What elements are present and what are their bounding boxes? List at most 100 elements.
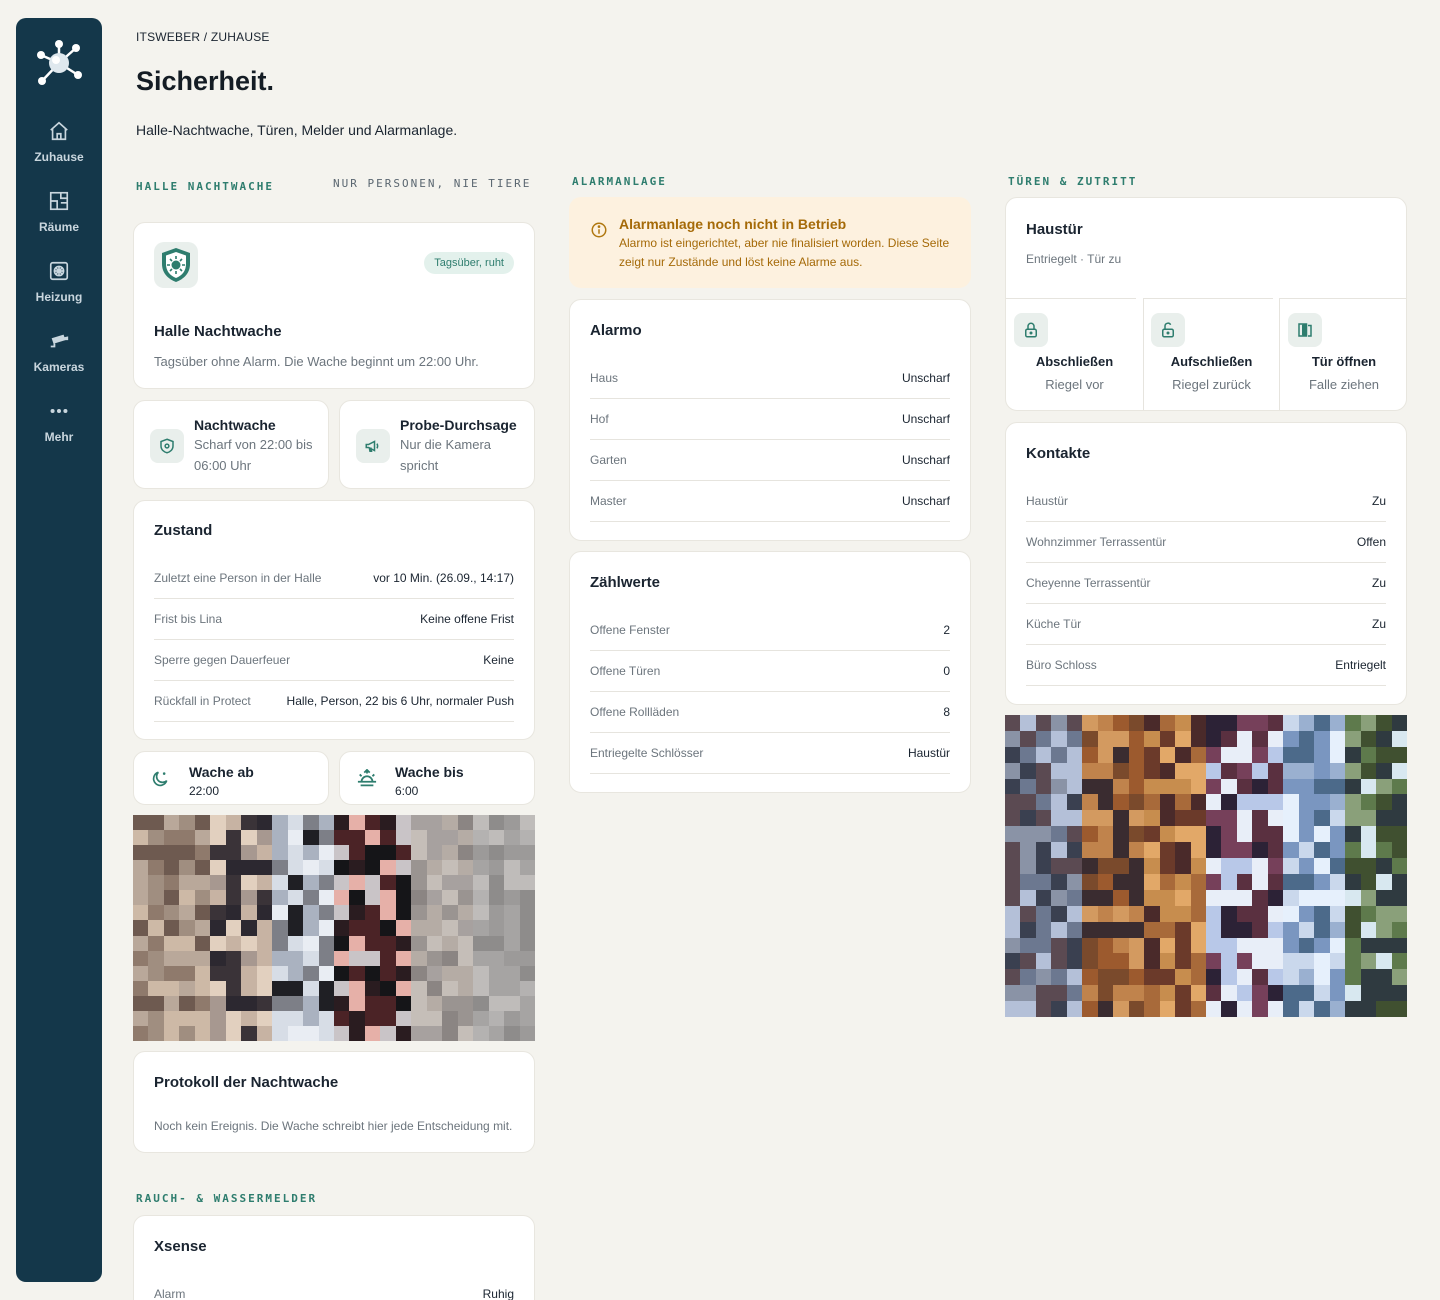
nav-item-mehr[interactable]: Mehr <box>16 400 102 470</box>
probe-durchsage-tile[interactable]: Probe-Durchsage Nur die Kamera spricht <box>339 400 535 489</box>
page-title: Sicherheit. <box>136 66 275 96</box>
kv-value: Ruhig <box>482 1287 514 1300</box>
shield-icon <box>154 242 198 288</box>
unlock-button[interactable]: Aufschließen Riegel zurück <box>1143 298 1280 410</box>
kv-key: Offene Türen <box>590 664 661 678</box>
action-sub: Riegel zurück <box>1172 377 1251 392</box>
open-door-button[interactable]: Tür öffnen Falle ziehen <box>1280 298 1406 410</box>
nav-label: Kameras <box>33 360 85 374</box>
kv-key: Wohnzimmer Terrassentür <box>1026 535 1167 549</box>
kv-row: Master Unscharf <box>590 481 950 522</box>
halle-nachtwache-card: Tagsüber, ruht Halle Nachtwache Tagsüber… <box>133 222 535 389</box>
haustuer-card: Haustür Entriegelt · Tür zu Abschließen … <box>1005 197 1407 411</box>
tile-line: Scharf von 22:00 bis <box>194 437 313 452</box>
kv-key: Haustür <box>1026 494 1069 508</box>
nav-item-heizung[interactable]: Heizung <box>16 260 102 330</box>
protokoll-card: Protokoll der Nachtwache Noch kein Ereig… <box>133 1051 535 1153</box>
nav-label: Heizung <box>35 290 83 304</box>
lock-button[interactable]: Abschließen Riegel vor <box>1006 298 1143 410</box>
wache-bis-tile[interactable]: Wache bis 6:00 <box>339 751 535 805</box>
kv-value: Unscharf <box>901 371 950 385</box>
kv-value: Keine <box>483 653 514 667</box>
page-subtitle: Halle-Nachtwache, Türen, Melder und Alar… <box>136 122 458 138</box>
warning-title: Alarmanlage noch nicht in Betrieb <box>619 216 847 232</box>
kv-key: Entriegelte Schlösser <box>590 746 704 760</box>
kv-value: Zu <box>1371 576 1386 590</box>
card-title: Protokoll der Nachtwache <box>154 1074 339 1091</box>
kv-value: Zu <box>1371 494 1386 508</box>
camera-snapshot-haustuer[interactable] <box>1005 715 1407 1017</box>
action-sub: Falle ziehen <box>1308 377 1380 392</box>
kv-value: Unscharf <box>901 494 950 508</box>
kv-row: Rückfall in Protect Halle, Person, 22 bis… <box>154 681 514 722</box>
kontakte-card: Kontakte Haustür Zu Wohnzimmer Terrassent… <box>1005 422 1407 705</box>
tile-title: Nachtwache <box>194 417 276 433</box>
kv-key: Büro Schloss <box>1026 658 1097 672</box>
kv-key: Hof <box>590 412 609 426</box>
camera-snapshot-halle[interactable] <box>133 815 535 1041</box>
kv-row: Offene Türen 0 <box>590 651 950 692</box>
kv-row: Zuletzt eine Person in der Halle vor 10 M… <box>154 558 514 599</box>
sidebar: Zuhause Räume Heizung Kameras Mehr <box>16 18 102 1282</box>
kv-key: Offene Rollläden <box>590 705 680 719</box>
unlock-icon <box>1151 313 1185 347</box>
action-label: Abschließen <box>1035 354 1114 369</box>
card-text: Tagsüber ohne Alarm. Die Wache beginnt u… <box>154 354 479 369</box>
tile-title: Probe-Durchsage <box>400 417 517 433</box>
nachtwache-tile[interactable]: Nachtwache Scharf von 22:00 bis 06:00 Uh… <box>133 400 329 489</box>
home-icon <box>50 121 68 141</box>
kv-key: Zuletzt eine Person in der Halle <box>154 571 322 585</box>
kv-key: Master <box>590 494 627 508</box>
floorplan-icon <box>49 191 69 211</box>
kv-value: 8 <box>943 705 950 719</box>
nav-item-raeume[interactable]: Räume <box>16 190 102 260</box>
kv-row: Büro Schloss Entriegelt <box>1026 645 1386 686</box>
section-label-halle: HALLE NACHTWACHE <box>136 180 274 193</box>
kv-value: Unscharf <box>901 412 950 426</box>
kv-value: vor 10 Min. (26.09., 14:17) <box>373 571 514 585</box>
kv-value: Unscharf <box>901 453 950 467</box>
kv-key: Küche Tür <box>1026 617 1082 631</box>
section-label-alarm: ALARMANLAGE <box>572 175 667 188</box>
section-label-tueren: TÜREN & ZUTRITT <box>1008 175 1138 188</box>
kv-value: Haustür <box>907 746 950 760</box>
kv-key: Frist bis Lina <box>154 612 223 626</box>
breadcrumb[interactable]: ITSWEBER / ZUHAUSE <box>136 30 270 44</box>
kv-key: Haus <box>590 371 619 385</box>
kv-row: Alarm Ruhig <box>154 1274 514 1300</box>
time-value: 6:00 <box>395 784 419 798</box>
info-icon <box>591 222 607 238</box>
kv-value: Halle, Person, 22 bis 6 Uhr, normaler Pu… <box>286 694 514 708</box>
kv-key: Alarm <box>154 1287 186 1300</box>
kv-value: Offen <box>1356 535 1386 549</box>
kv-row: Haus Unscharf <box>590 358 950 399</box>
time-label: Wache ab <box>189 764 254 780</box>
kv-value: Keine offene Frist <box>420 612 514 626</box>
kv-key: Garten <box>590 453 627 467</box>
status-badge: Tagsüber, ruht <box>424 252 514 274</box>
lock-icon <box>1014 313 1048 347</box>
zaehlwerte-card: Zählwerte Offene Fenster 2 Offene Türen 0 … <box>569 551 971 793</box>
section-label-rauch: RAUCH- & WASSERMELDER <box>136 1192 318 1205</box>
tile-line: Nur die Kamera <box>400 437 492 452</box>
shield-small-icon <box>150 429 184 463</box>
kv-key: Cheyenne Terrassentür <box>1026 576 1151 590</box>
kv-value: 0 <box>943 664 950 678</box>
card-text: Noch kein Ereignis. Die Wache schreibt h… <box>154 1119 513 1133</box>
door-status: Entriegelt · Tür zu <box>1026 252 1122 266</box>
kv-key: Rückfall in Protect <box>154 694 251 708</box>
kv-row: Frist bis Lina Keine offene Frist <box>154 599 514 640</box>
kv-row: Entriegelte Schlösser Haustür <box>590 733 950 774</box>
wache-ab-tile[interactable]: Wache ab 22:00 <box>133 751 329 805</box>
warning-banner: Alarmanlage noch nicht in Betrieb Alarmo… <box>569 197 971 288</box>
kv-row: Wohnzimmer Terrassentür Offen <box>1026 522 1386 563</box>
kv-row: Cheyenne Terrassentür Zu <box>1026 563 1386 604</box>
kv-row: Küche Tür Zu <box>1026 604 1386 645</box>
nav-item-kameras[interactable]: Kameras <box>16 330 102 400</box>
nav-item-zuhause[interactable]: Zuhause <box>16 120 102 190</box>
nav-label: Zuhause <box>34 150 84 164</box>
logo-icon <box>37 40 82 85</box>
kv-row: Sperre gegen Dauerfeuer Keine <box>154 640 514 681</box>
kv-row: Offene Rollläden 8 <box>590 692 950 733</box>
card-title: Alarmo <box>590 322 642 339</box>
